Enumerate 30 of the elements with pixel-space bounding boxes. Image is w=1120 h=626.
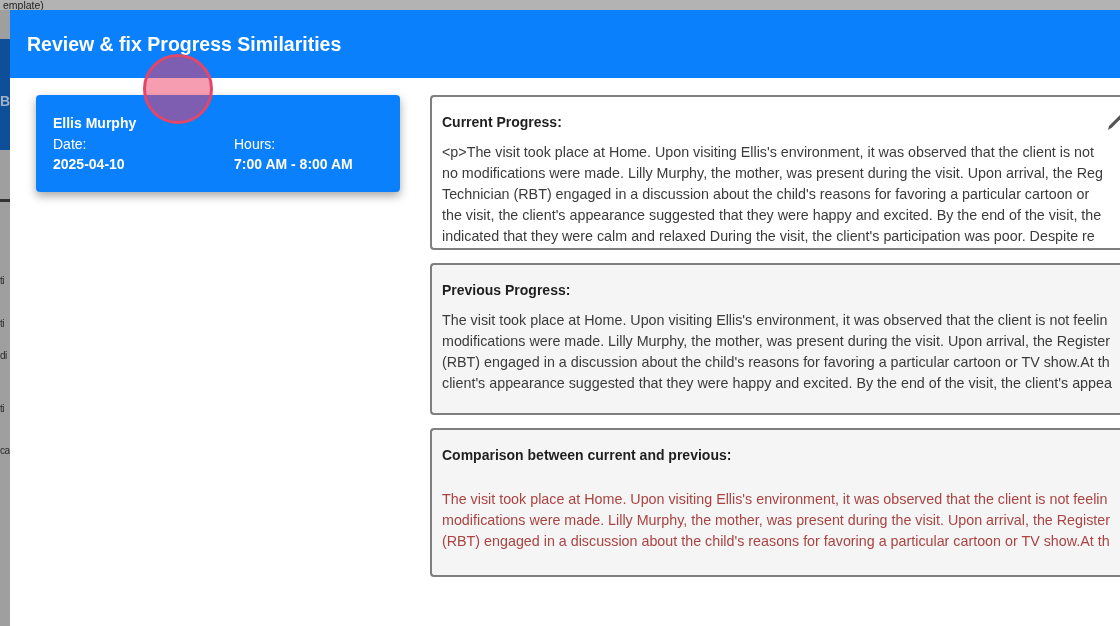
comparison-text-line: The visit took place at Home. Upon visiting Ellis's environment, it was observed that the client is not feelin	[442, 490, 1108, 509]
side-text-fragment: ca	[0, 444, 10, 458]
previous-progress-line: (RBT) engaged in a discussion about the child's reasons for favoring a particular cartoon or TV show.At th	[442, 353, 1110, 372]
field-value: 7:00 AM - 8:00 AM	[234, 155, 354, 174]
previous-progress-line: The visit took place at Home. Upon visiting Ellis's environment, it was observed that the client is not feelin	[442, 311, 1108, 330]
current-progress-line: indicated that they were calm and relaxed During the visit, the client's participation was poor. Despite re	[442, 227, 1095, 246]
field-value: 2025-04-10	[53, 155, 126, 174]
pencil-icon[interactable]	[1108, 114, 1120, 130]
side-text-fragment: ti	[0, 317, 5, 331]
field-label: Hours:	[234, 134, 277, 154]
previous-progress-line: client's appearance suggested that they were happy and excited. By the end of the visit, the client's appea	[442, 374, 1112, 393]
session-card[interactable]: Ellis Murphy Date: 2025-04-10 Hours: 7:00 AM - 8:00 AM	[36, 95, 400, 192]
side-text-fragment: di	[0, 349, 8, 363]
side-text-fragment: ti	[0, 402, 5, 416]
current-progress-line: <p>The visit took place at Home. Upon visiting Ellis's environment, it was observed that the client is not	[442, 143, 1094, 162]
comparison-text-line: (RBT) engaged in a discussion about the child's reasons for favoring a particular cartoon or TV show.At th	[442, 532, 1110, 551]
current-progress-line: the visit, the client's appearance suggested that they were happy and excited. By the end of the visit, the	[442, 206, 1102, 225]
dialog-title: Review & fix Progress Similarities	[27, 32, 342, 56]
previous-progress-line: modifications were made. Lilly Murphy, the mother, was present during the visit. Upon arrival, the Register	[442, 332, 1111, 351]
field-label: Date:	[53, 134, 88, 154]
current-progress-line: Technician (RBT) engaged in a discussion about the child's reasons for favoring a particular cartoon or	[442, 185, 1090, 204]
panel-title: Comparison between current and previous:	[442, 446, 732, 465]
click-marker-icon	[143, 54, 213, 124]
comparison-text-line: modifications were made. Lilly Murphy, the mother, was present during the visit. Upon arrival, the Register	[442, 511, 1111, 530]
client-name: Ellis Murphy	[53, 114, 138, 133]
panel-title: Current Progress:	[442, 113, 562, 132]
header-letter-fragment: B	[0, 93, 10, 109]
side-text-fragment: ti	[0, 274, 5, 288]
panel-title: Previous Progress:	[442, 281, 571, 300]
current-progress-line: no modifications were made. Lilly Murphy, the mother, was present during the visit. Upon arrival, the Reg	[442, 164, 1103, 183]
